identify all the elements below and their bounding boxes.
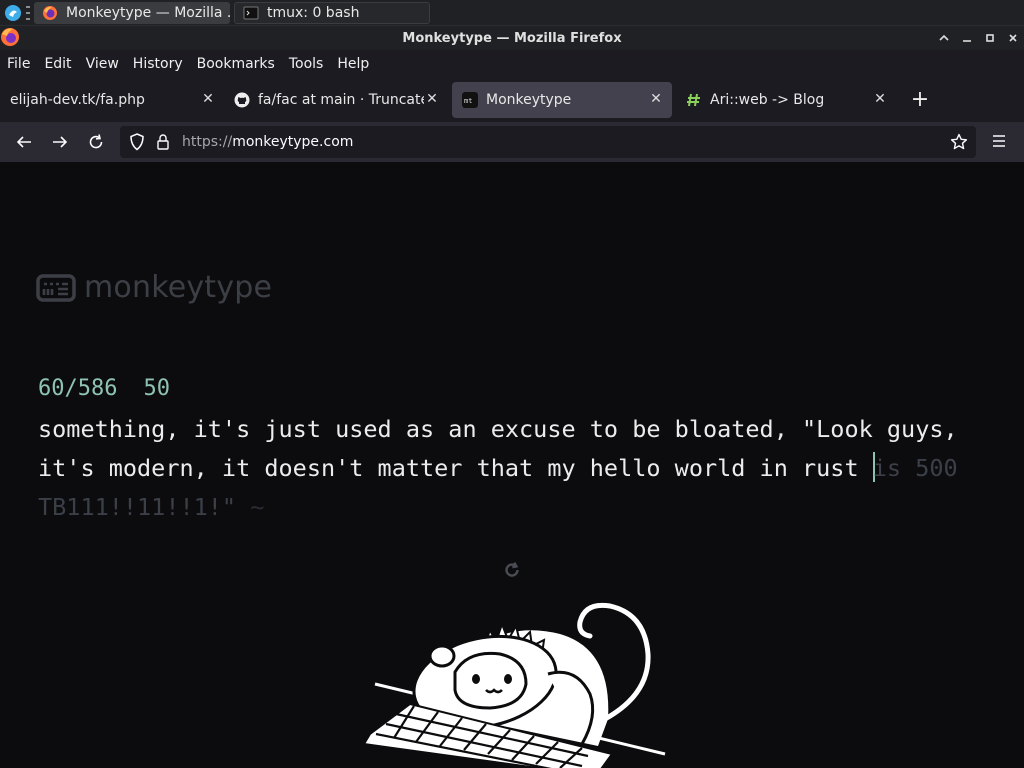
forward-button[interactable] [42, 126, 78, 158]
url-bar[interactable]: https://monkeytype.com [120, 126, 976, 158]
tab-github[interactable]: fa/fac at main · Truncated ✕ [224, 82, 448, 118]
navigation-toolbar: https://monkeytype.com [0, 122, 1024, 162]
maximize-icon [985, 34, 994, 42]
firefox-app-icon [1, 28, 19, 46]
minimize-button[interactable] [955, 26, 978, 50]
tab-close-icon[interactable]: ✕ [872, 91, 888, 107]
menu-file[interactable]: File [7, 56, 30, 72]
tracking-protection-shield-icon[interactable] [124, 133, 150, 151]
untyped-text: is 500 [872, 454, 958, 482]
hash-icon [686, 92, 702, 108]
close-icon [1008, 34, 1017, 42]
terminal-icon [243, 5, 259, 21]
menu-edit[interactable]: Edit [44, 56, 71, 72]
svg-text:mt: mt [464, 97, 472, 105]
forward-arrow-icon [53, 136, 68, 148]
reload-button[interactable] [78, 126, 114, 158]
page-content: monkeytype 60/586 50 something, it's just… [0, 162, 1024, 768]
tab-close-icon[interactable]: ✕ [648, 91, 664, 107]
restart-test-button[interactable] [502, 560, 522, 584]
chevron-up-icon [938, 34, 949, 41]
minimize-icon [962, 40, 971, 42]
app-launcher-button[interactable] [0, 0, 26, 26]
taskbar-task-terminal[interactable]: tmux: 0 bash [234, 1, 430, 24]
menu-help[interactable]: Help [337, 56, 369, 72]
untyped-text: TB111!!11!!1!" [38, 493, 237, 521]
bookmark-star-icon[interactable] [950, 133, 968, 155]
untyped-text-faded: ~ [236, 493, 265, 521]
words-line-3: TB111!!11!!1!" ~ [38, 488, 998, 527]
close-window-button[interactable] [1001, 26, 1024, 50]
url-text[interactable]: https://monkeytype.com [182, 134, 353, 150]
tab-label: elijah-dev.tk/fa.php [10, 92, 145, 108]
typing-test-words[interactable]: something, it's just used as an excuse t… [38, 410, 998, 527]
tab-label: fa/fac at main · Truncated [258, 92, 424, 108]
monkeytype-logo[interactable]: monkeytype [36, 270, 272, 305]
typed-text: something, it's just used as an excuse t… [38, 415, 958, 443]
maximize-button[interactable] [978, 26, 1001, 50]
monkeytype-icon: mt [462, 92, 478, 108]
launcher-icon [5, 4, 21, 21]
typed-text: it's modern, it doesn't matter that my h… [38, 454, 873, 482]
back-button[interactable] [6, 126, 42, 158]
menubar: File Edit View History Bookmarks Tools H… [0, 50, 1024, 78]
words-line-1: something, it's just used as an excuse t… [38, 410, 998, 449]
tab-elijah-dev[interactable]: elijah-dev.tk/fa.php ✕ [0, 82, 224, 118]
monkey-typing-illustration-icon [362, 602, 666, 768]
taskbar-separator-icon [26, 5, 32, 20]
new-tab-button[interactable]: + [908, 88, 932, 112]
menu-tools[interactable]: Tools [289, 56, 324, 72]
tab-label: Monkeytype [486, 92, 572, 108]
tab-strip: elijah-dev.tk/fa.php ✕ fa/fac at main · … [0, 78, 1024, 122]
keep-above-button[interactable] [932, 26, 955, 50]
tab-close-icon[interactable]: ✕ [200, 91, 216, 107]
hamburger-menu-icon [993, 135, 1005, 147]
menu-history[interactable]: History [133, 56, 183, 72]
keyboard-logo-icon [36, 273, 76, 302]
back-arrow-icon [16, 136, 31, 148]
url-host: monkeytype.com [232, 134, 354, 150]
tab-monkeytype[interactable]: mt Monkeytype ✕ [452, 82, 672, 118]
reload-icon [89, 134, 103, 149]
window-title: Monkeytype — Mozilla Firefox [402, 30, 622, 46]
github-icon [234, 92, 250, 108]
restart-icon [505, 561, 519, 577]
logo-text: monkeytype [84, 270, 273, 305]
window-titlebar: Monkeytype — Mozilla Firefox [0, 26, 1024, 50]
lock-icon[interactable] [150, 133, 176, 151]
taskbar-task-label: Monkeytype — Mozilla ... [66, 4, 230, 21]
monkey-mascot [350, 594, 670, 768]
test-progress: 60/586 50 [38, 376, 196, 401]
taskbar-task-firefox[interactable]: Monkeytype — Mozilla ... [34, 1, 230, 24]
firefox-icon [42, 5, 58, 21]
app-menu-button[interactable] [988, 130, 1010, 156]
menu-bookmarks[interactable]: Bookmarks [197, 56, 275, 72]
tab-close-icon[interactable]: ✕ [424, 91, 440, 107]
words-line-2: it's modern, it doesn't matter that my h… [38, 449, 998, 488]
tab-label: Ari::web -> Blog [710, 92, 825, 108]
menu-view[interactable]: View [86, 56, 119, 72]
url-scheme: https:// [182, 134, 233, 150]
word-progress-counter: 60/586 [38, 376, 118, 401]
live-wpm: 50 [143, 376, 170, 401]
taskbar: Monkeytype — Mozilla ... tmux: 0 bash [0, 0, 1024, 26]
tab-ari-web[interactable]: Ari::web -> Blog ✕ [676, 82, 896, 118]
taskbar-task-label: tmux: 0 bash [267, 4, 360, 21]
